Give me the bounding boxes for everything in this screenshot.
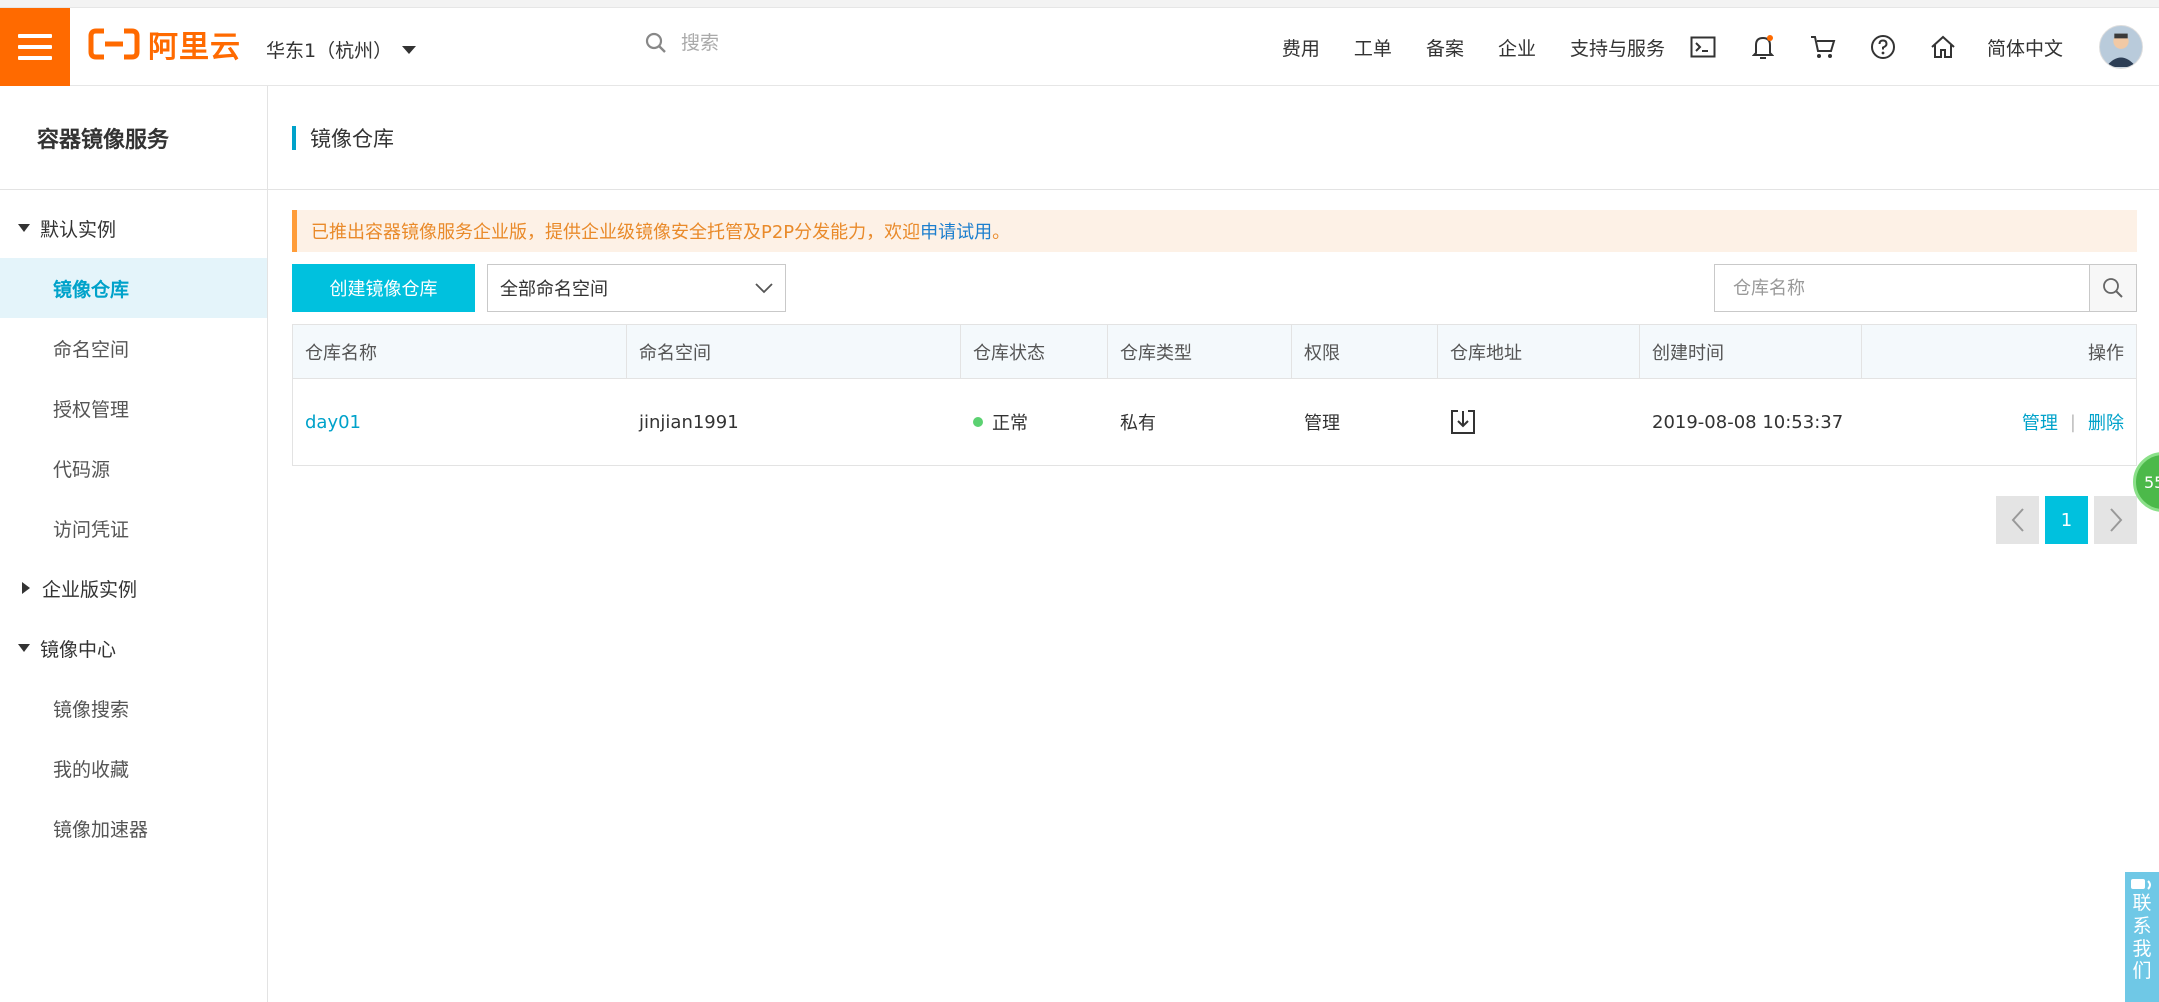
page-title: 镜像仓库 xyxy=(310,126,394,151)
aliyun-logo-mark-icon xyxy=(88,28,140,60)
main-content: 镜像仓库 已推出容器镜像服务企业版，提供企业级镜像安全托管及P2P分发能力，欢迎… xyxy=(268,86,2159,1002)
notification-dot xyxy=(1766,35,1773,41)
global-search[interactable] xyxy=(645,32,981,54)
repo-search-input[interactable] xyxy=(1714,264,2089,312)
page-header: 镜像仓库 xyxy=(268,86,2159,190)
top-navigation-bar: 阿里云 华东1（杭州） 费用 工单 备案 企业 支持与服务 xyxy=(0,0,2159,86)
create-repo-button[interactable]: 创建镜像仓库 xyxy=(292,264,475,312)
repo-search xyxy=(1714,264,2137,312)
nav-ticket[interactable]: 工单 xyxy=(1354,34,1392,61)
sidebar-item-repositories[interactable]: 镜像仓库 xyxy=(0,258,267,318)
contact-char: 系 xyxy=(2132,914,2152,937)
home-icon[interactable] xyxy=(1923,27,1963,67)
triangle-down-icon xyxy=(18,224,30,232)
chevron-down-icon xyxy=(755,283,773,294)
sidebar-item-image-search[interactable]: 镜像搜索 xyxy=(0,678,267,738)
region-label: 华东1（杭州） xyxy=(266,40,393,62)
repo-search-button[interactable] xyxy=(2089,264,2137,312)
title-accent-bar xyxy=(292,125,296,150)
page-button-current[interactable]: 1 xyxy=(2045,496,2088,544)
repo-created-time: 2019-08-08 10:53:37 xyxy=(1652,411,1844,433)
bell-icon[interactable] xyxy=(1743,27,1783,67)
contact-char: 联 xyxy=(2132,892,2152,914)
status-dot-icon xyxy=(973,417,983,427)
table-row: day01 jinjian1991 正常 私有 管理 2019-08-08 10… xyxy=(293,379,2136,465)
repo-name-link[interactable]: day01 xyxy=(305,412,361,433)
sidebar-item-favorites[interactable]: 我的收藏 xyxy=(0,738,267,798)
contact-char: 我 xyxy=(2132,937,2152,960)
avatar[interactable] xyxy=(2099,25,2143,69)
prev-page-button[interactable] xyxy=(1996,496,2039,544)
search-icon xyxy=(2103,278,2123,298)
repo-type: 私有 xyxy=(1120,413,1156,434)
triangle-down-icon xyxy=(18,644,30,652)
namespace-select[interactable]: 全部命名空间 xyxy=(487,264,786,312)
caret-down-icon xyxy=(402,45,417,54)
action-separator: | xyxy=(2069,411,2076,433)
nav-enterprise[interactable]: 企业 xyxy=(1498,34,1536,61)
notice-text: 已推出容器镜像服务企业版，提供企业级镜像安全托管及P2P分发能力，欢迎 xyxy=(311,222,921,243)
sidebar-group-enterprise-instance[interactable]: 企业版实例 xyxy=(0,558,267,618)
sidebar: 容器镜像服务 默认实例 镜像仓库 命名空间 授权管理 代码源 访问凭证 企业版实… xyxy=(0,86,268,1002)
manage-link[interactable]: 管理 xyxy=(2022,409,2058,435)
sidebar-group-label: 企业版实例 xyxy=(42,578,138,601)
search-icon xyxy=(645,32,666,53)
sidebar-item-access-credentials[interactable]: 访问凭证 xyxy=(0,498,267,558)
sidebar-group-image-center[interactable]: 镜像中心 xyxy=(0,618,267,678)
repo-table: 仓库名称 命名空间 仓库状态 仓库类型 权限 仓库地址 创建时间 操作 day0… xyxy=(292,324,2137,466)
pagination: 1 xyxy=(1996,496,2137,544)
logo-text: 阿里云 xyxy=(148,30,241,65)
menu-icon[interactable] xyxy=(0,8,70,86)
top-nav-links: 费用 工单 备案 企业 支持与服务 简体中文 xyxy=(1282,8,2159,86)
repo-status: 正常 xyxy=(961,379,1108,465)
sidebar-item-code-source[interactable]: 代码源 xyxy=(0,438,267,498)
download-address-icon[interactable] xyxy=(1450,409,1476,435)
cart-icon[interactable] xyxy=(1803,27,1843,67)
chat-icon xyxy=(2131,879,2151,890)
repo-permission: 管理 xyxy=(1304,413,1340,434)
col-status: 仓库状态 xyxy=(961,325,1108,378)
col-address: 仓库地址 xyxy=(1438,325,1640,378)
sidebar-item-accelerator[interactable]: 镜像加速器 xyxy=(0,798,267,858)
delete-link[interactable]: 删除 xyxy=(2088,409,2124,435)
col-namespace: 命名空间 xyxy=(627,325,961,378)
triangle-right-icon xyxy=(22,582,30,594)
col-permission: 权限 xyxy=(1292,325,1438,378)
chevron-left-icon xyxy=(2011,508,2024,532)
col-type: 仓库类型 xyxy=(1108,325,1292,378)
nav-fee[interactable]: 费用 xyxy=(1282,34,1320,61)
terminal-icon[interactable] xyxy=(1683,27,1723,67)
sidebar-item-namespaces[interactable]: 命名空间 xyxy=(0,318,267,378)
sidebar-item-authorization[interactable]: 授权管理 xyxy=(0,378,267,438)
sidebar-group-label: 镜像中心 xyxy=(40,638,117,661)
next-page-button[interactable] xyxy=(2094,496,2137,544)
nav-filing[interactable]: 备案 xyxy=(1426,34,1464,61)
sidebar-title: 容器镜像服务 xyxy=(0,86,267,190)
enterprise-notice-banner: 已推出容器镜像服务企业版，提供企业级镜像安全托管及P2P分发能力，欢迎 申请试用。 xyxy=(292,210,2137,252)
repo-actions: 管理 | 删除 xyxy=(1862,379,2136,465)
aliyun-logo[interactable]: 阿里云 xyxy=(88,26,241,65)
repo-namespace: jinjian1991 xyxy=(639,411,739,433)
col-repo-name: 仓库名称 xyxy=(293,325,627,378)
table-header: 仓库名称 命名空间 仓库状态 仓库类型 权限 仓库地址 创建时间 操作 xyxy=(293,325,2136,379)
chevron-right-icon xyxy=(2109,508,2122,532)
region-selector[interactable]: 华东1（杭州） xyxy=(266,36,417,63)
sidebar-group-default-instance[interactable]: 默认实例 xyxy=(0,198,267,258)
col-created: 创建时间 xyxy=(1640,325,1862,378)
repo-status-text: 正常 xyxy=(992,413,1028,434)
global-search-input[interactable] xyxy=(681,32,981,54)
nav-support[interactable]: 支持与服务 xyxy=(1570,34,1665,61)
apply-trial-link[interactable]: 申请试用 xyxy=(920,218,992,244)
language-selector[interactable]: 简体中文 xyxy=(1987,34,2063,61)
col-actions: 操作 xyxy=(2088,342,2124,364)
browser-top-strip xyxy=(0,0,2159,8)
contact-char: 们 xyxy=(2132,960,2152,983)
contact-us-tab[interactable]: 联 系 我 们 xyxy=(2125,872,2159,1002)
notice-end: 。 xyxy=(992,222,1011,243)
repo-toolbar: 创建镜像仓库 全部命名空间 xyxy=(292,264,2137,312)
namespace-select-value: 全部命名空间 xyxy=(500,279,608,300)
help-icon[interactable] xyxy=(1863,27,1903,67)
sidebar-group-label: 默认实例 xyxy=(40,218,117,241)
